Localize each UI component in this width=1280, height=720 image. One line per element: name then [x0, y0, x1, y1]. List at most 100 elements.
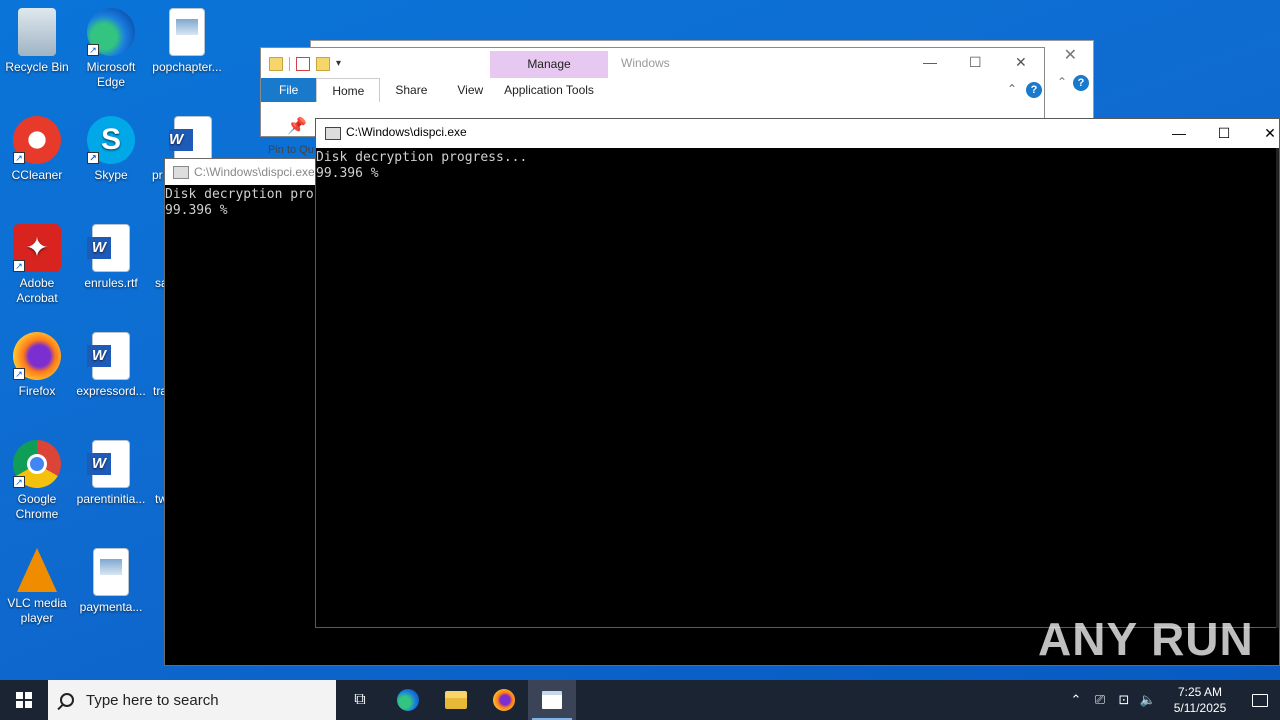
acrobat-icon: ✦ ↗: [13, 224, 61, 272]
scrollbar[interactable]: [1276, 148, 1279, 628]
image-file-icon: [169, 8, 205, 56]
firefox-icon: [493, 689, 515, 711]
tab-view[interactable]: View: [442, 78, 498, 102]
device-icon[interactable]: ⎚: [1088, 692, 1112, 708]
shortcut-arrow-icon: ↗: [13, 476, 25, 488]
word-doc-icon: [169, 116, 212, 164]
tab-manage[interactable]: Manage: [490, 51, 608, 78]
search-placeholder: Type here to search: [86, 691, 219, 709]
tab-file[interactable]: File: [261, 78, 317, 102]
shortcut-arrow-icon: ↗: [13, 152, 25, 164]
desktop-icon-label: VLC media player: [7, 596, 67, 625]
desktop-icon-label: enrules.rtf: [84, 276, 138, 290]
vlc-icon: [17, 548, 57, 592]
tab-home[interactable]: Home: [316, 78, 381, 102]
desktop-icon-popchapter[interactable]: popchapter...: [150, 0, 224, 100]
folder-icon[interactable]: [269, 57, 283, 71]
clock[interactable]: 7:25 AM 5/11/2025: [1164, 684, 1236, 716]
desktop-icon-enrules[interactable]: enrules.rtf: [74, 216, 148, 316]
desktop-icon-chrome[interactable]: ↗ Google Chrome: [0, 432, 74, 532]
chrome-icon: ↗: [13, 440, 61, 488]
window-title: Windows: [621, 56, 670, 70]
clock-time: 7:25 AM: [1177, 685, 1223, 699]
desktop-icon-acrobat[interactable]: ✦ ↗ Adobe Acrobat: [0, 216, 74, 316]
maximize-button[interactable]: ☐: [1201, 119, 1247, 147]
desktop-icon-label: expressord...: [76, 384, 146, 398]
network-icon[interactable]: ⊡: [1112, 692, 1136, 708]
desktop-icon-expressord[interactable]: expressord...: [74, 324, 148, 424]
desktop-icon-label: popchapter...: [152, 60, 222, 74]
pin-to-quick-access-label[interactable]: Pin to Qu: [268, 144, 314, 156]
edge-icon: ↗: [87, 8, 135, 56]
start-button[interactable]: [0, 680, 48, 720]
desktop-icon-label: paymenta...: [79, 600, 143, 614]
ccleaner-icon: ↗: [13, 116, 61, 164]
volume-icon[interactable]: 🔈: [1136, 692, 1160, 708]
clock-date: 5/11/2025: [1173, 701, 1227, 715]
search-box[interactable]: Type here to search: [48, 680, 336, 720]
task-view-icon: ⧉: [354, 691, 366, 708]
desktop-icon-skype[interactable]: S ↗ Skype: [74, 108, 148, 208]
windows-logo-icon: [16, 692, 32, 708]
task-view-button[interactable]: ⧉: [336, 680, 384, 720]
help-icon[interactable]: ?: [1073, 75, 1089, 91]
recycle-bin-icon: [18, 8, 56, 56]
desktop-icon-label: Recycle Bin: [5, 60, 69, 74]
console-window-front[interactable]: C:\Windows\dispci.exe — ☐ ✕ Disk decrypt…: [315, 118, 1280, 628]
desktop-icon-label: Skype: [94, 168, 128, 182]
desktop-icon-paymenta[interactable]: paymenta...: [74, 540, 148, 640]
shortcut-arrow-icon: ↗: [87, 152, 99, 164]
console-icon: [542, 691, 562, 709]
anyrun-watermark: ANY RUN: [1038, 613, 1254, 665]
chevron-down-icon[interactable]: ▾: [336, 57, 350, 71]
chevron-up-icon[interactable]: ⌃: [1064, 692, 1088, 708]
chevron-up-icon[interactable]: ⌃: [1007, 82, 1017, 96]
minimize-button[interactable]: —: [1156, 119, 1202, 147]
taskbar-firefox[interactable]: [480, 680, 528, 720]
desktop-icon-firefox[interactable]: ↗ Firefox: [0, 324, 74, 424]
desktop-icon-edge[interactable]: ↗ Microsoft Edge: [74, 0, 148, 100]
pin-icon[interactable]: 📌: [287, 116, 307, 136]
search-icon: [60, 693, 74, 707]
properties-icon[interactable]: [296, 57, 310, 71]
notification-icon: [1252, 693, 1268, 707]
close-icon[interactable]: ✕: [1015, 54, 1027, 71]
taskbar-console[interactable]: [528, 680, 576, 720]
divider: [289, 57, 290, 71]
taskbar-edge[interactable]: [384, 680, 432, 720]
desktop-icon-label: Google Chrome: [15, 492, 59, 521]
shortcut-arrow-icon: ↗: [13, 260, 25, 272]
minimize-icon[interactable]: —: [923, 54, 937, 70]
maximize-icon[interactable]: ☐: [969, 54, 982, 71]
desktop-icon-vlc[interactable]: VLC media player: [0, 540, 74, 640]
close-icon[interactable]: ✕: [1064, 45, 1077, 65]
shortcut-arrow-icon: ↗: [87, 44, 99, 56]
desktop-icon-parentinitia[interactable]: parentinitia...: [74, 432, 148, 532]
desktop-icon-label: Adobe Acrobat: [16, 276, 58, 305]
desktop-icon-ccleaner[interactable]: ↗ CCleaner: [0, 108, 74, 208]
tab-share[interactable]: Share: [380, 78, 442, 102]
close-button[interactable]: ✕: [1247, 119, 1280, 147]
shortcut-arrow-icon: ↗: [13, 368, 25, 380]
system-tray: ⌃ ⎚ ⊡ 🔈 7:25 AM 5/11/2025: [1064, 680, 1280, 720]
word-doc-icon: [87, 332, 130, 380]
folder-icon: [445, 691, 467, 709]
word-doc-icon: [87, 440, 130, 488]
taskbar: Type here to search ⧉ ⌃ ⎚ ⊡ 🔈 7:25 AM 5/…: [0, 680, 1280, 720]
ribbon-tabs: File Home Share View: [261, 78, 498, 102]
help-icon[interactable]: ?: [1026, 82, 1042, 98]
desktop-icon-recycle-bin[interactable]: Recycle Bin: [0, 0, 74, 100]
edge-icon: [397, 689, 419, 711]
desktop-icon-label: Firefox: [18, 384, 56, 398]
desktop-icon-label: CCleaner: [11, 168, 63, 182]
desktop-icon-label: Microsoft Edge: [86, 60, 136, 89]
tab-application-tools[interactable]: Application Tools: [490, 78, 608, 102]
image-file-icon: [93, 548, 129, 596]
chevron-up-icon[interactable]: ⌃: [1057, 75, 1067, 89]
notification-button[interactable]: [1240, 680, 1280, 720]
word-doc-icon: [87, 224, 130, 272]
quick-access-toolbar: ▾: [269, 54, 350, 74]
firefox-icon: ↗: [13, 332, 61, 380]
new-folder-icon[interactable]: [316, 57, 330, 71]
taskbar-file-explorer[interactable]: [432, 680, 480, 720]
